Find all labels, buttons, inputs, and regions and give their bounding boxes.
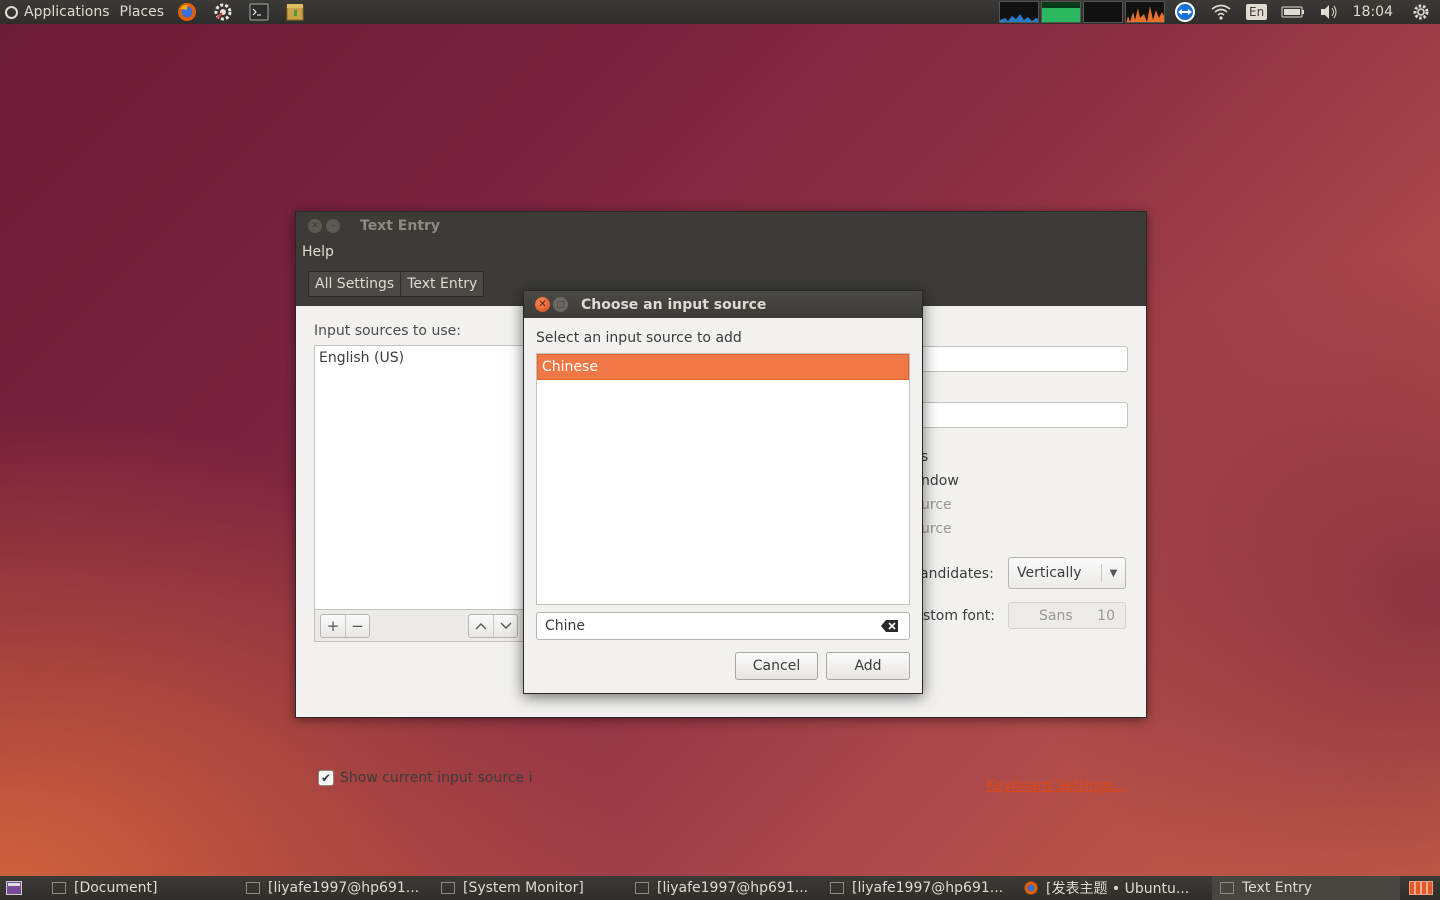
show-input-source-checkbox[interactable]: ✔ — [318, 770, 334, 786]
keyboard-settings-link[interactable]: Keyboard Settings... — [986, 778, 1127, 794]
cancel-button[interactable]: Cancel — [735, 652, 818, 680]
terminal-icon[interactable] — [247, 0, 271, 24]
document-icon — [52, 882, 66, 894]
show-desktop-icon[interactable] — [6, 876, 26, 900]
archive-icon[interactable] — [283, 0, 307, 24]
task-terminal-2[interactable]: [liyafe1997@hp691... — [635, 876, 815, 900]
task-terminal-3[interactable]: [liyafe1997@hp691... — [830, 876, 1010, 900]
applications-menu[interactable]: Applications — [0, 0, 115, 24]
task-firefox[interactable]: [发表主题 • Ubuntu... — [1024, 876, 1204, 900]
clear-search-icon[interactable] — [881, 619, 899, 633]
network-graph[interactable] — [1082, 1, 1123, 23]
move-up-button[interactable] — [469, 615, 493, 637]
cpu-graph[interactable] — [998, 1, 1039, 23]
custom-font-button[interactable]: Sans 10 — [1008, 602, 1126, 629]
shortcut-field-1[interactable] — [916, 346, 1128, 372]
move-down-button[interactable] — [493, 615, 517, 637]
firefox-icon[interactable] — [175, 0, 199, 24]
task-terminal-1[interactable]: [liyafe1997@hp691... — [246, 876, 426, 900]
dialog-close-button[interactable]: ✕ — [535, 297, 550, 312]
breadcrumb-text-entry[interactable]: Text Entry — [400, 272, 483, 296]
list-item[interactable]: English (US) — [315, 346, 525, 370]
top-panel: Applications Places En 18:04 — [0, 0, 1440, 24]
settings-window-icon — [1220, 882, 1234, 894]
ubuntu-logo-icon — [5, 5, 18, 19]
option-label-4: urce — [921, 521, 952, 537]
input-sources-list[interactable]: English (US) — [314, 345, 526, 610]
menu-help[interactable]: Help — [302, 244, 334, 260]
remove-source-button[interactable]: − — [345, 615, 369, 637]
breadcrumb-all-settings[interactable]: All Settings — [309, 272, 400, 296]
input-source-results-list[interactable]: Chinese — [536, 353, 910, 605]
task-document[interactable]: [Document] — [52, 876, 232, 900]
window-minimize-button[interactable]: – — [326, 219, 340, 233]
shortcut-field-2[interactable] — [916, 402, 1128, 428]
breadcrumb: All Settings Text Entry — [308, 271, 485, 297]
disk-graph[interactable] — [1124, 1, 1165, 23]
wifi-icon[interactable] — [1208, 0, 1234, 24]
terminal-icon — [635, 882, 649, 894]
dialog-prompt: Select an input source to add — [536, 330, 742, 346]
search-input[interactable]: Chine — [536, 612, 910, 640]
chevron-down-icon — [500, 622, 511, 629]
show-input-source-label: Show current input source i — [340, 770, 533, 786]
terminal-icon — [246, 882, 260, 894]
choose-input-source-dialog: ✕ □ Choose an input source Select an inp… — [523, 290, 923, 694]
workspace-switcher[interactable] — [1408, 876, 1434, 900]
terminal-icon — [830, 882, 844, 894]
places-menu[interactable]: Places — [115, 0, 170, 24]
input-sources-toolbar: + − — [314, 610, 526, 642]
task-system-monitor[interactable]: [System Monitor] — [441, 876, 621, 900]
option-label-2: ndow — [921, 473, 959, 489]
clock[interactable]: 18:04 — [1353, 4, 1393, 20]
task-text-entry[interactable]: Text Entry — [1212, 876, 1400, 900]
chevron-up-icon — [475, 623, 487, 630]
menubar: Help — [296, 240, 1146, 264]
list-item-selected[interactable]: Chinese — [537, 354, 909, 380]
candidates-label: andidates: — [920, 566, 994, 582]
candidates-orientation-combo[interactable]: Vertically ▼ — [1008, 557, 1126, 589]
show-input-source-checkbox-row[interactable]: ✔ Show current input source i — [318, 770, 532, 786]
input-sources-label: Input sources to use: — [314, 323, 461, 339]
option-label-3: urce — [921, 497, 952, 513]
keyboard-layout-indicator[interactable]: En — [1244, 0, 1270, 24]
dialog-maximize-button[interactable]: □ — [553, 297, 568, 312]
settings-icon[interactable] — [211, 0, 235, 24]
memory-graph[interactable] — [1040, 1, 1081, 23]
window-close-button[interactable]: ✕ — [308, 219, 322, 233]
teamviewer-icon[interactable] — [1172, 0, 1198, 24]
window-title: Text Entry — [360, 218, 441, 234]
system-monitor-icon — [441, 882, 455, 894]
add-button[interactable]: Add — [826, 652, 910, 680]
dropdown-arrow-icon: ▼ — [1101, 564, 1125, 582]
dialog-title: Choose an input source — [581, 296, 767, 313]
system-gear-icon[interactable] — [1408, 0, 1434, 24]
battery-icon[interactable] — [1280, 0, 1306, 24]
firefox-icon — [1024, 881, 1038, 895]
dialog-titlebar: ✕ □ Choose an input source — [524, 291, 922, 318]
bottom-taskbar: [Document] [liyafe1997@hp691... [System … — [0, 876, 1440, 900]
custom-font-label: stom font: — [923, 608, 996, 624]
volume-icon[interactable] — [1316, 0, 1342, 24]
add-source-button[interactable]: + — [321, 615, 345, 637]
